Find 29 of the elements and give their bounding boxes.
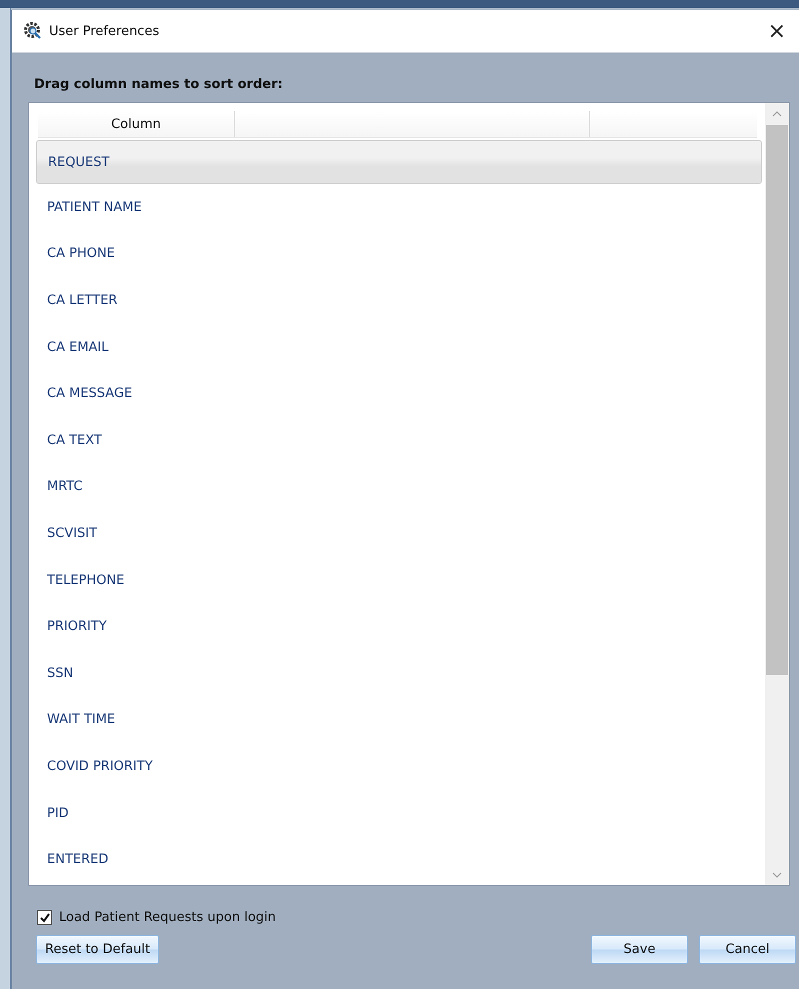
list-row[interactable]: CA LETTER xyxy=(36,277,762,324)
list-row[interactable]: WAIT TIME xyxy=(36,696,762,744)
list-row[interactable]: PID xyxy=(36,790,762,836)
list-row[interactable]: REQUEST xyxy=(36,140,762,184)
save-button[interactable]: Save xyxy=(591,935,688,964)
gear-magnifier-icon xyxy=(23,21,43,41)
scroll-up-icon[interactable] xyxy=(772,111,782,117)
close-button[interactable]: × xyxy=(764,18,790,44)
list-row[interactable]: SCVISIT xyxy=(36,510,762,557)
scrollbar[interactable] xyxy=(765,103,789,885)
list-row[interactable]: PATIENT NAME xyxy=(36,184,762,231)
list-row[interactable]: ENTERED xyxy=(36,836,762,883)
reset-button[interactable]: Reset to Default xyxy=(36,935,160,964)
checkbox-label: Load Patient Requests upon login xyxy=(59,910,276,925)
checkbox[interactable] xyxy=(37,910,52,925)
list-row[interactable]: CA EMAIL xyxy=(36,324,762,370)
scroll-thumb[interactable] xyxy=(766,125,788,675)
list-row[interactable]: TELEPHONE xyxy=(36,556,762,604)
list-row[interactable]: CA PHONE xyxy=(36,230,762,278)
list-row[interactable]: PRIORITY xyxy=(36,603,762,650)
instruction-label: Drag column names to sort order: xyxy=(33,76,284,94)
list-row[interactable]: SSN xyxy=(36,650,762,697)
list-row[interactable]: COVID PRIORITY xyxy=(36,743,762,790)
scroll-down-icon[interactable] xyxy=(772,872,782,878)
window-title: User Preferences xyxy=(49,24,160,38)
list-row[interactable]: CA MESSAGE xyxy=(36,370,762,417)
list-row[interactable]: CA TEXT xyxy=(36,416,762,464)
cancel-button[interactable]: Cancel xyxy=(699,935,796,964)
list-row[interactable]: MRTC xyxy=(36,464,762,510)
